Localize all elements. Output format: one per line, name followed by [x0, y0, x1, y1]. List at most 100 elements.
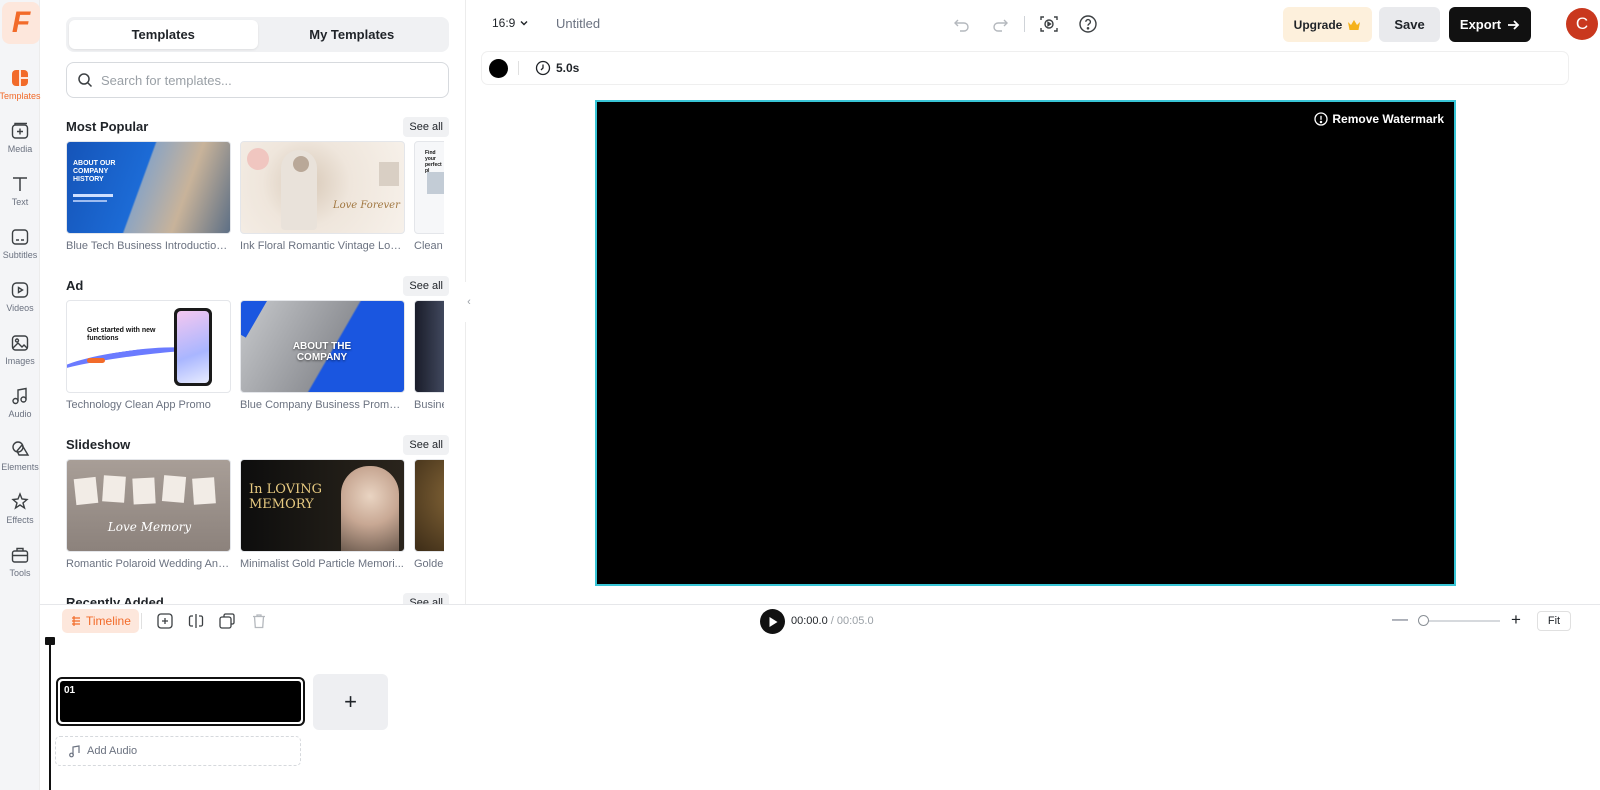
- sidebar-item-label: Images: [5, 356, 35, 366]
- sidebar-item-videos[interactable]: Videos: [0, 276, 40, 322]
- template-name: Romantic Polaroid Wedding Anni...: [66, 558, 231, 570]
- text-icon: [13, 177, 27, 191]
- add-scene-button[interactable]: +: [313, 674, 388, 730]
- upgrade-button[interactable]: Upgrade: [1283, 7, 1372, 42]
- add-audio-label: Add Audio: [87, 745, 138, 757]
- sidebar-item-images[interactable]: Images: [0, 329, 40, 375]
- chevron-down-icon: [520, 21, 528, 26]
- duplicate-icon[interactable]: [218, 612, 236, 630]
- sidebar-item-audio[interactable]: Audio: [0, 382, 40, 428]
- sidebar-item-subtitles[interactable]: Subtitles: [0, 223, 40, 269]
- template-card[interactable]: ABOUT OUR COMPANY HISTORY Blue Tech Busi…: [66, 141, 231, 252]
- sidebar-item-label: Effects: [6, 515, 34, 525]
- template-card[interactable]: ABOUT THE COMPANY Blue Company Business …: [240, 300, 405, 411]
- template-card[interactable]: Love Forever Ink Floral Romantic Vintage…: [240, 141, 405, 252]
- duration-value: 5.0s: [556, 61, 580, 75]
- sidebar-item-elements[interactable]: Elements: [0, 435, 40, 481]
- templates-icon: [12, 70, 28, 86]
- templates-tabs: Templates My Templates: [66, 17, 449, 52]
- zoom-slider-handle[interactable]: [1418, 615, 1429, 626]
- save-button[interactable]: Save: [1379, 7, 1440, 42]
- template-card[interactable]: Love Memory Romantic Polaroid Wedding An…: [66, 459, 231, 570]
- delete-icon[interactable]: [250, 612, 268, 630]
- playhead[interactable]: [49, 637, 51, 790]
- search-input[interactable]: [101, 72, 431, 88]
- playhead-handle[interactable]: [45, 637, 55, 645]
- sidebar-item-label: Audio: [8, 409, 32, 419]
- user-avatar[interactable]: C: [1566, 8, 1598, 40]
- timeline-panel: Timeline 00:00.0 / 00:05.0 — + Fit 01 +: [40, 604, 1600, 790]
- play-button[interactable]: [760, 609, 785, 634]
- template-name: Blue Company Business Promo ...: [240, 399, 405, 411]
- project-title[interactable]: Untitled: [556, 16, 600, 31]
- template-card[interactable]: Busine: [414, 300, 444, 411]
- play-icon: [769, 616, 777, 627]
- template-search: [66, 62, 449, 98]
- template-name: Blue Tech Business Introduction ...: [66, 240, 231, 252]
- template-card[interactable]: Golden: [414, 459, 444, 570]
- section-title: Slideshow: [66, 437, 131, 452]
- timeline-divider: [141, 613, 142, 629]
- background-color-swatch[interactable]: [489, 59, 508, 78]
- timeline-clip[interactable]: 01: [56, 677, 305, 726]
- info-icon: [1314, 112, 1329, 126]
- duration-control[interactable]: 5.0s: [535, 60, 579, 76]
- videos-icon: [11, 282, 29, 298]
- template-name: Minimalist Gold Particle Memori...: [240, 558, 404, 570]
- template-name: Ink Floral Romantic Vintage Love...: [240, 240, 405, 252]
- undo-icon[interactable]: [952, 14, 972, 34]
- see-all-button[interactable]: See all: [403, 117, 449, 137]
- template-thumbnail: Love Forever: [240, 141, 405, 234]
- export-button[interactable]: Export: [1449, 7, 1531, 42]
- thumbnail-text: ABOUT OUR COMPANY HISTORY: [73, 160, 116, 183]
- music-note-icon: [69, 744, 80, 757]
- sidebar-item-label: Text: [11, 197, 29, 207]
- crown-icon: [1348, 19, 1361, 30]
- fit-button[interactable]: Fit: [1537, 611, 1571, 631]
- template-thumbnail: [414, 459, 444, 552]
- app-logo[interactable]: F: [2, 2, 40, 44]
- sidebar-item-label: Templates: [0, 91, 41, 101]
- editor-app: F Templates Media Text Subtitles Videos …: [0, 0, 1600, 790]
- section-ad: Ad See all Get started with new function…: [66, 276, 449, 411]
- add-clip-icon[interactable]: [156, 612, 174, 630]
- thumbnail-text: Love Memory: [107, 520, 192, 534]
- sidebar-item-text[interactable]: Text: [0, 170, 40, 216]
- template-name: Clean B: [414, 240, 444, 252]
- section-most-popular: Most Popular See all ABOUT OUR COMPANY H…: [66, 117, 449, 252]
- sidebar-item-tools[interactable]: Tools: [0, 541, 40, 587]
- zoom-slider-track[interactable]: [1422, 620, 1500, 622]
- see-all-button[interactable]: See all: [403, 435, 449, 455]
- template-thumbnail: ABOUT THE COMPANY: [240, 300, 405, 393]
- template-card[interactable]: Find your perfect pl Clean B: [414, 141, 444, 252]
- zoom-in-icon[interactable]: +: [1511, 610, 1521, 630]
- add-audio-button[interactable]: Add Audio: [55, 736, 301, 766]
- timeline-label: Timeline: [86, 614, 131, 628]
- timeline-toggle[interactable]: Timeline: [62, 609, 139, 633]
- template-card[interactable]: Get started with new functions Technolog…: [66, 300, 231, 411]
- tab-templates[interactable]: Templates: [69, 20, 258, 49]
- split-icon[interactable]: [187, 612, 205, 630]
- sidebar-item-effects[interactable]: Effects: [0, 488, 40, 534]
- sidebar-item-media[interactable]: Media: [0, 117, 40, 163]
- remove-watermark-label: Remove Watermark: [1332, 112, 1444, 126]
- sidebar-item-templates[interactable]: Templates: [0, 64, 41, 110]
- tab-my-templates[interactable]: My Templates: [258, 20, 447, 49]
- see-all-button[interactable]: See all: [403, 276, 449, 296]
- help-icon[interactable]: [1078, 14, 1098, 34]
- sidebar-item-label: Videos: [6, 303, 34, 313]
- remove-watermark-button[interactable]: Remove Watermark: [1314, 112, 1444, 126]
- upgrade-label: Upgrade: [1293, 17, 1343, 32]
- aspect-ratio-dropdown[interactable]: 16:9: [492, 16, 529, 30]
- template-name: Technology Clean App Promo: [66, 399, 211, 411]
- video-canvas[interactable]: Remove Watermark: [595, 100, 1456, 586]
- images-icon: [11, 335, 29, 351]
- audio-icon: [12, 387, 27, 405]
- template-card[interactable]: In LOVING MEMORY Minimalist Gold Particl…: [240, 459, 405, 570]
- collapse-panel-button[interactable]: ‹: [462, 282, 476, 322]
- zoom-out-icon[interactable]: —: [1392, 611, 1408, 629]
- preview-icon[interactable]: [1039, 14, 1059, 34]
- thumbnail-text: Find your perfect pl: [425, 150, 442, 174]
- property-divider: [518, 61, 519, 75]
- redo-icon[interactable]: [990, 14, 1010, 34]
